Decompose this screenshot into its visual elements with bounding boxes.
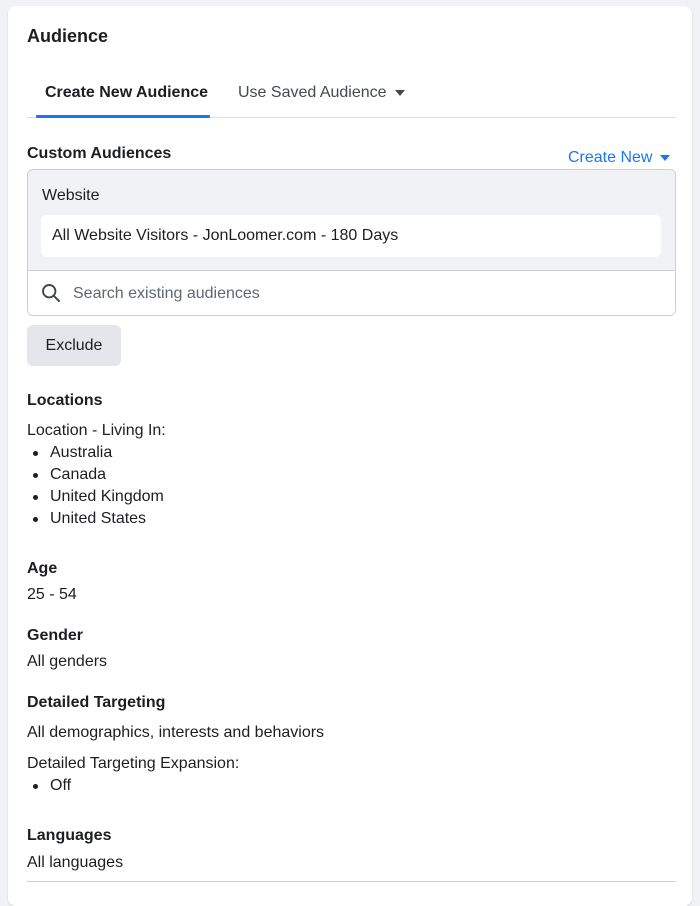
card-title: Audience xyxy=(27,26,109,46)
audience-tabs: Create New Audience Use Saved Audience xyxy=(27,78,676,118)
create-new-dropdown[interactable]: Create New xyxy=(568,149,671,167)
audience-search-bar xyxy=(28,271,675,315)
locations-label: Locations xyxy=(27,392,103,409)
tab-create-new-audience[interactable]: Create New Audience xyxy=(45,84,208,102)
location-item: Australia xyxy=(27,442,164,464)
selected-audiences-panel: Website All Website Visitors - JonLoomer… xyxy=(28,170,675,271)
caret-down-icon xyxy=(660,154,671,161)
location-item: United Kingdom xyxy=(27,486,164,508)
search-existing-audiences-input[interactable] xyxy=(73,283,653,305)
detailed-targeting-expansion-label: Detailed Targeting Expansion: xyxy=(27,755,240,772)
tab-use-saved-audience-label: Use Saved Audience xyxy=(238,84,387,101)
caret-down-icon xyxy=(394,89,405,96)
section-divider xyxy=(27,881,676,882)
selected-audience-token[interactable]: All Website Visitors - JonLoomer.com - 1… xyxy=(41,215,661,257)
locations-sublabel: Location - Living In: xyxy=(27,422,166,439)
custom-audience-box: Website All Website Visitors - JonLoomer… xyxy=(27,169,676,316)
location-item: Canada xyxy=(27,464,164,486)
location-item: United States xyxy=(27,508,164,530)
detailed-targeting-label: Detailed Targeting xyxy=(27,694,166,711)
active-tab-indicator xyxy=(36,115,210,118)
search-icon xyxy=(42,284,60,302)
audience-group-label: Website xyxy=(42,187,100,204)
age-value: 25 - 54 xyxy=(27,586,77,603)
expansion-item: Off xyxy=(27,775,71,797)
gender-label: Gender xyxy=(27,627,84,644)
languages-value: All languages xyxy=(27,854,124,871)
create-new-label: Create New xyxy=(568,149,653,166)
locations-list: Australia Canada United Kingdom United S… xyxy=(27,442,164,530)
age-label: Age xyxy=(27,560,58,577)
custom-audiences-label: Custom Audiences xyxy=(27,145,172,162)
tab-use-saved-audience[interactable]: Use Saved Audience xyxy=(238,84,405,102)
gender-value: All genders xyxy=(27,653,108,670)
detailed-targeting-expansion-list: Off xyxy=(27,775,71,797)
exclude-button[interactable]: Exclude xyxy=(27,325,121,366)
detailed-targeting-value: All demographics, interests and behavior… xyxy=(27,724,325,741)
languages-label: Languages xyxy=(27,827,112,844)
audience-card: Audience Create New Audience Use Saved A… xyxy=(8,6,692,906)
